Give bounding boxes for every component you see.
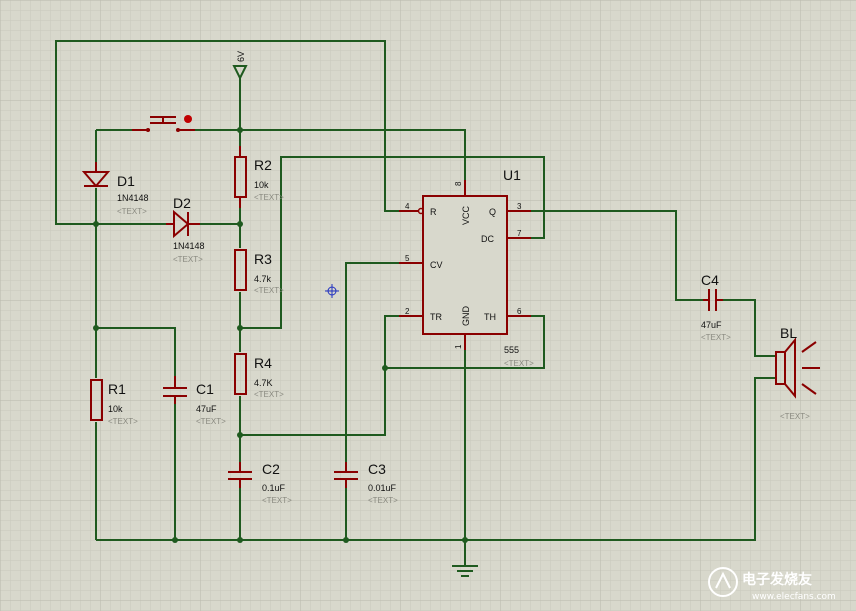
pin-number-5: 5	[405, 254, 410, 263]
r1-value: 10k	[108, 404, 123, 414]
r1-text: <TEXT>	[108, 417, 138, 426]
schematic-canvas: 6V D1 1N4148 <TEXT> D2 1N4148 <TEXT> R2	[0, 0, 856, 611]
pin-label-cv: CV	[430, 260, 443, 270]
c4-ref: C4	[701, 272, 719, 288]
d1-ref: D1	[117, 173, 135, 189]
c2-ref: C2	[262, 461, 280, 477]
pin-number-4: 4	[405, 202, 410, 211]
u1-ref: U1	[503, 167, 521, 183]
r2-ref: R2	[254, 157, 272, 173]
d1-text: <TEXT>	[117, 207, 147, 216]
pin-label-dc: DC	[481, 234, 494, 244]
r4-ref: R4	[254, 355, 272, 371]
power-label: 6V	[236, 51, 246, 62]
d2-value: 1N4148	[173, 241, 205, 251]
d2-text: <TEXT>	[173, 255, 203, 264]
pin-number-7: 7	[517, 229, 522, 238]
pin-label-gnd: GND	[461, 306, 471, 327]
watermark-text: 电子发烧友	[742, 571, 812, 588]
r4-value: 4.7K	[254, 378, 273, 388]
c4-value: 47uF	[701, 320, 722, 330]
pin-number-2: 2	[405, 307, 410, 316]
pin-label-tr: TR	[430, 312, 442, 322]
r3-value: 4.7k	[254, 274, 272, 284]
pin-label-th: TH	[484, 312, 496, 322]
c3-value: 0.01uF	[368, 483, 397, 493]
pin-number-1: 1	[454, 344, 463, 349]
c4-text: <TEXT>	[701, 333, 731, 342]
r3-text: <TEXT>	[254, 286, 284, 295]
d2-ref: D2	[173, 195, 191, 211]
c3-text: <TEXT>	[368, 496, 398, 505]
c2-text: <TEXT>	[262, 496, 292, 505]
bl-ref: BL	[780, 325, 797, 341]
u1-value: 555	[504, 345, 519, 355]
pin-label-r: R	[430, 207, 437, 217]
r2-value: 10k	[254, 180, 269, 190]
bl-text: <TEXT>	[780, 412, 810, 421]
pin-number-8: 8	[454, 181, 463, 186]
r4-text: <TEXT>	[254, 390, 284, 399]
pin-number-3: 3	[517, 202, 522, 211]
actuator-dot-icon[interactable]	[184, 115, 192, 123]
c1-text: <TEXT>	[196, 417, 226, 426]
pin-label-vcc: VCC	[461, 205, 471, 225]
c1-ref: C1	[196, 381, 214, 397]
c2-value: 0.1uF	[262, 483, 286, 493]
r2-text: <TEXT>	[254, 193, 284, 202]
r3-ref: R3	[254, 251, 272, 267]
r1-ref: R1	[108, 381, 126, 397]
d1-value: 1N4148	[117, 193, 149, 203]
watermark-url: www.elecfans.com	[752, 592, 836, 602]
u1-text: <TEXT>	[504, 359, 534, 368]
pin-number-6: 6	[517, 307, 522, 316]
c3-ref: C3	[368, 461, 386, 477]
c1-value: 47uF	[196, 404, 217, 414]
pin-label-q: Q	[489, 207, 496, 217]
